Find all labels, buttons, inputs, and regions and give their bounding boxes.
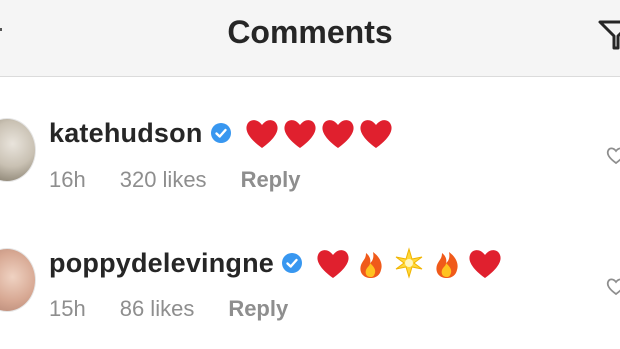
avatar[interactable] xyxy=(0,248,36,312)
fire-emoji-icon xyxy=(436,252,458,278)
heart-emoji-icon xyxy=(469,250,501,278)
page-title: Comments xyxy=(227,14,393,50)
heart-emoji-icon xyxy=(359,120,392,148)
comment-meta: 15h 86 likes Reply xyxy=(49,296,322,322)
comment-text-emojis xyxy=(244,116,396,150)
reply-button[interactable]: Reply xyxy=(228,296,288,322)
heart-emoji-icon xyxy=(321,120,354,148)
sparkle-emoji-icon xyxy=(395,247,423,279)
comment-time: 16h xyxy=(49,167,86,192)
comment-header: katehudson xyxy=(49,113,396,153)
comment-meta: 16h 320 likes Reply xyxy=(49,167,334,193)
comment-likes[interactable]: 86 likes xyxy=(120,296,195,322)
comment-text-emojis xyxy=(315,246,505,280)
heart-emoji-icon xyxy=(245,120,278,148)
comment-item: poppydelevingne 15h 86 likes Reply xyxy=(0,226,620,346)
reply-button[interactable]: Reply xyxy=(241,167,301,193)
heart-emoji-icon xyxy=(283,120,316,148)
comment-item: katehudson 16h 320 likes Reply xyxy=(0,100,620,220)
filter-icon[interactable] xyxy=(596,14,620,54)
heart-emoji-icon xyxy=(317,250,349,278)
verified-badge-icon xyxy=(210,123,231,143)
fire-emoji-icon xyxy=(360,252,382,278)
comment-header: poppydelevingne xyxy=(49,243,505,283)
username[interactable]: katehudson xyxy=(49,118,203,149)
avatar[interactable] xyxy=(0,118,36,182)
verified-badge-icon xyxy=(282,253,303,273)
username[interactable]: poppydelevingne xyxy=(49,248,274,279)
like-heart-icon[interactable] xyxy=(606,276,620,296)
comment-time: 15h xyxy=(49,296,86,321)
like-heart-icon[interactable] xyxy=(606,145,620,165)
header-bar: Comments xyxy=(0,0,620,77)
comment-likes[interactable]: 320 likes xyxy=(120,167,207,193)
